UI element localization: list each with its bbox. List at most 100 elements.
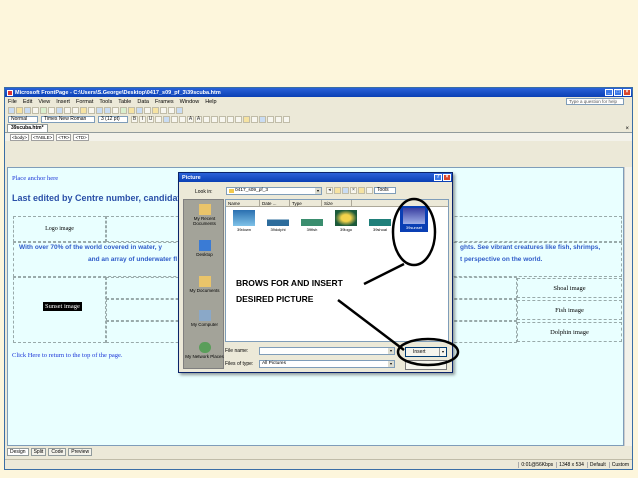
tools-menu[interactable]: Tools: [374, 187, 396, 194]
highlight-icon[interactable]: [243, 116, 250, 123]
cut-icon[interactable]: [64, 107, 71, 114]
file-thumbnail[interactable]: 39dolphi: [264, 210, 292, 232]
tag-tr[interactable]: <TR>: [56, 133, 72, 141]
place-my-computer[interactable]: My Computer: [184, 310, 225, 327]
tab-split[interactable]: Split: [30, 448, 47, 456]
menu-file[interactable]: File: [8, 99, 17, 105]
place-recent[interactable]: My Recent Documents: [184, 204, 225, 226]
tab-39scuba[interactable]: 39scuba.htm*: [7, 124, 48, 132]
show-all-icon[interactable]: [168, 107, 175, 114]
align-left-icon[interactable]: [155, 116, 162, 123]
chevron-down-icon[interactable]: ▾: [388, 348, 394, 354]
save-icon[interactable]: [24, 107, 31, 114]
place-network[interactable]: My Network Places: [184, 342, 225, 359]
menu-data[interactable]: Data: [137, 99, 149, 105]
menu-frames[interactable]: Frames: [155, 99, 174, 105]
col-size[interactable]: Size: [322, 200, 352, 206]
indent-icon[interactable]: [227, 116, 234, 123]
menu-format[interactable]: Format: [76, 99, 93, 105]
new-page-icon[interactable]: [8, 107, 15, 114]
extra-tool-2-icon[interactable]: [275, 116, 282, 123]
increase-font-icon[interactable]: A: [187, 116, 194, 123]
outdent-icon[interactable]: [219, 116, 226, 123]
place-my-documents[interactable]: My Documents: [184, 276, 225, 293]
insert-button[interactable]: Insert ▾: [405, 347, 447, 357]
font-color-icon[interactable]: [251, 116, 258, 123]
insert-layer-icon[interactable]: [112, 107, 119, 114]
copy-icon[interactable]: [72, 107, 79, 114]
minimize-button[interactable]: _: [605, 89, 613, 96]
return-to-top-link[interactable]: Click Here to return to the top of the p…: [12, 352, 122, 359]
tag-table[interactable]: <TABLE>: [31, 133, 55, 141]
close-doc-icon[interactable]: ×: [625, 126, 629, 132]
extra-tool-icon[interactable]: [267, 116, 274, 123]
layout-tools-icon[interactable]: [259, 116, 266, 123]
help-search-input[interactable]: Type a question for help: [566, 98, 624, 105]
menu-window[interactable]: Window: [180, 99, 200, 105]
col-name[interactable]: Name: [226, 200, 260, 206]
col-type[interactable]: Type: [290, 200, 322, 206]
file-name-input[interactable]: ▾: [259, 347, 395, 355]
close-button[interactable]: ×: [623, 89, 631, 96]
font-size-select[interactable]: 3 (12 pt): [98, 116, 128, 123]
stop-icon[interactable]: [160, 107, 167, 114]
delete-icon[interactable]: ×: [350, 187, 357, 194]
insert-table-icon[interactable]: [120, 107, 127, 114]
menu-table[interactable]: Table: [118, 99, 131, 105]
decrease-font-icon[interactable]: A: [195, 116, 202, 123]
insert-options-arrow-icon[interactable]: ▾: [439, 348, 446, 356]
status-custom[interactable]: Custom: [608, 461, 629, 468]
menu-help[interactable]: Help: [205, 99, 216, 105]
bold-icon[interactable]: B: [131, 116, 138, 123]
font-select[interactable]: Times New Roman: [41, 116, 95, 123]
drawing-icon[interactable]: [136, 107, 143, 114]
logo-cell[interactable]: Logo image: [13, 216, 106, 242]
numbering-icon[interactable]: [203, 116, 210, 123]
spelling-icon[interactable]: [56, 107, 63, 114]
publish-icon[interactable]: [32, 107, 39, 114]
col-date[interactable]: Date ...: [260, 200, 290, 206]
refresh-icon[interactable]: [152, 107, 159, 114]
dialog-help-button[interactable]: ?: [434, 174, 442, 181]
format-painter-icon[interactable]: [88, 107, 95, 114]
file-thumbnail[interactable]: 39logo: [332, 210, 360, 232]
preview-icon[interactable]: [48, 107, 55, 114]
look-in-select[interactable]: 0417_s09_pf_3 ▾: [226, 187, 322, 195]
dialog-close-button[interactable]: ×: [443, 174, 451, 181]
borders-icon[interactable]: [235, 116, 242, 123]
file-thumbnail[interactable]: 39down: [230, 210, 258, 232]
menu-insert[interactable]: Insert: [56, 99, 70, 105]
hyperlink-icon[interactable]: [144, 107, 151, 114]
menu-edit[interactable]: Edit: [23, 99, 32, 105]
file-thumbnail[interactable]: 39shoal: [366, 210, 394, 232]
sunset-image-placeholder[interactable]: Sunset image: [43, 302, 82, 311]
new-folder-icon[interactable]: [358, 187, 365, 194]
insert-picture-icon[interactable]: [128, 107, 135, 114]
print-icon[interactable]: [40, 107, 47, 114]
tab-design[interactable]: Design: [7, 448, 29, 456]
tag-td[interactable]: <TD>: [73, 133, 89, 141]
page-dimensions[interactable]: 1348 x 534: [556, 461, 584, 468]
undo-icon[interactable]: [96, 107, 103, 114]
views-icon[interactable]: [366, 187, 373, 194]
back-icon[interactable]: ◂: [326, 187, 333, 194]
help-icon[interactable]: [176, 107, 183, 114]
redo-icon[interactable]: [104, 107, 111, 114]
cancel-button[interactable]: [405, 360, 447, 370]
dolphin-image-cell[interactable]: Dolphin image: [517, 322, 622, 342]
chevron-down-icon[interactable]: ▾: [315, 188, 321, 194]
paste-icon[interactable]: [80, 107, 87, 114]
shoal-image-cell[interactable]: Shoal image: [517, 278, 622, 298]
place-desktop[interactable]: Desktop: [184, 240, 225, 257]
file-list[interactable]: Name Date ... Type Size 39down 39dolphi …: [225, 199, 449, 342]
open-folder-icon[interactable]: [16, 107, 23, 114]
tag-body[interactable]: <body>: [10, 133, 30, 141]
search-web-icon[interactable]: [342, 187, 349, 194]
fish-image-cell[interactable]: Fish image: [517, 300, 622, 320]
vertical-scrollbar[interactable]: [624, 167, 632, 446]
underline-icon[interactable]: U: [147, 116, 154, 123]
maximize-button[interactable]: □: [614, 89, 622, 96]
menu-tools[interactable]: Tools: [99, 99, 112, 105]
tab-code[interactable]: Code: [48, 448, 67, 456]
justify-icon[interactable]: [179, 116, 186, 123]
